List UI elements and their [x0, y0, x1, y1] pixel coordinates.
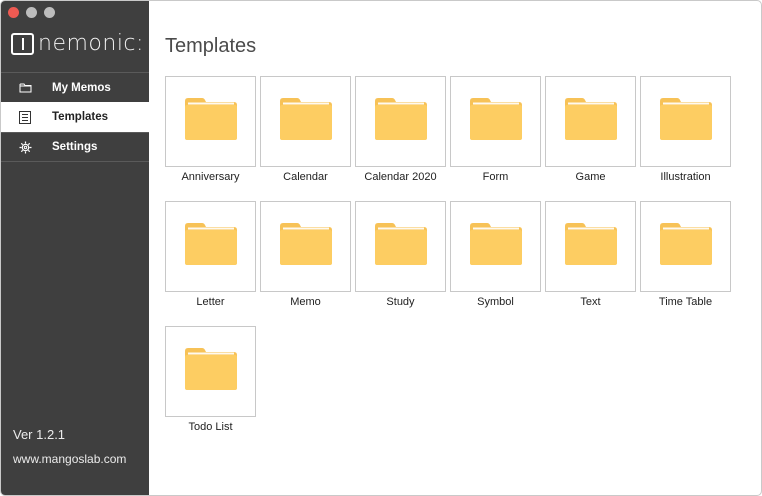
template-tile[interactable]: Form: [450, 76, 541, 183]
list-icon: [17, 110, 33, 124]
sidebar-item-label: Templates: [52, 111, 109, 123]
template-thumbnail[interactable]: [165, 326, 256, 417]
app-window: nemonic: My Memos Templates Settings Ver…: [0, 0, 762, 496]
template-tile[interactable]: Calendar: [260, 76, 351, 183]
template-label: Form: [482, 171, 509, 183]
template-tile[interactable]: Illustration: [640, 76, 731, 183]
close-window-button[interactable]: [8, 7, 19, 18]
template-thumbnail[interactable]: [450, 201, 541, 292]
template-label: Calendar 2020: [364, 171, 437, 183]
version-label: Ver 1.2.1: [13, 427, 66, 442]
template-thumbnail[interactable]: [355, 76, 446, 167]
template-label: Memo: [290, 296, 321, 308]
sidebar-item-label: Settings: [52, 141, 98, 153]
folder-icon: [374, 223, 427, 270]
template-thumbnail[interactable]: [450, 76, 541, 167]
template-thumbnail[interactable]: [640, 76, 731, 167]
template-label: Game: [575, 171, 606, 183]
template-thumbnail[interactable]: [545, 76, 636, 167]
template-thumbnail[interactable]: [165, 201, 256, 292]
template-tile[interactable]: Game: [545, 76, 636, 183]
template-thumbnail[interactable]: [545, 201, 636, 292]
template-label: Anniversary: [181, 171, 240, 183]
minimize-window-button[interactable]: [26, 7, 37, 18]
template-thumbnail[interactable]: [260, 76, 351, 167]
app-logo: nemonic:: [11, 33, 144, 55]
folder-icon: [184, 348, 237, 395]
sidebar-nav: My Memos Templates Settings: [1, 72, 149, 162]
folder-icon: [469, 98, 522, 145]
template-tile[interactable]: Calendar 2020: [355, 76, 446, 183]
template-tile[interactable]: Symbol: [450, 201, 541, 308]
template-tile[interactable]: Todo List: [165, 326, 256, 433]
folder-icon: [469, 223, 522, 270]
gear-icon: [17, 141, 33, 154]
sidebar-item-settings[interactable]: Settings: [1, 132, 149, 162]
folder-icon: [279, 223, 332, 270]
sidebar-item-my-memos[interactable]: My Memos: [1, 72, 149, 102]
template-label: Text: [580, 296, 601, 308]
folder-icon: [279, 98, 332, 145]
template-thumbnail[interactable]: [640, 201, 731, 292]
template-tile[interactable]: Letter: [165, 201, 256, 308]
folder-icon: [17, 82, 33, 93]
template-label: Time Table: [658, 296, 713, 308]
folder-icon: [374, 98, 427, 145]
template-label: Study: [386, 296, 415, 308]
folder-icon: [564, 223, 617, 270]
template-label: Symbol: [477, 296, 514, 308]
template-thumbnail[interactable]: [260, 201, 351, 292]
template-tile[interactable]: Memo: [260, 201, 351, 308]
template-label: Calendar: [283, 171, 328, 183]
sidebar-item-templates[interactable]: Templates: [1, 102, 149, 132]
template-label: Todo List: [188, 421, 233, 433]
sidebar: nemonic: My Memos Templates Settings Ver…: [1, 1, 149, 495]
logo-mark-icon: [11, 33, 34, 55]
main-content: Templates Anniversary Calendar Calendar 20…: [149, 1, 761, 495]
window-controls: [8, 7, 55, 18]
folder-icon: [659, 223, 712, 270]
folder-icon: [659, 98, 712, 145]
template-thumbnail[interactable]: [165, 76, 256, 167]
template-thumbnail[interactable]: [355, 201, 446, 292]
sidebar-item-label: My Memos: [52, 81, 111, 94]
template-tile[interactable]: Study: [355, 201, 446, 308]
template-tile[interactable]: Time Table: [640, 201, 731, 308]
folder-icon: [564, 98, 617, 145]
folder-icon: [184, 223, 237, 270]
zoom-window-button[interactable]: [44, 7, 55, 18]
template-label: Letter: [196, 296, 225, 308]
template-tile[interactable]: Anniversary: [165, 76, 256, 183]
page-title: Templates: [165, 35, 257, 57]
logo-text: nemonic:: [38, 31, 144, 56]
folder-icon: [184, 98, 237, 145]
template-tile[interactable]: Text: [545, 201, 636, 308]
website-link[interactable]: www.mangoslab.com: [13, 452, 126, 466]
template-grid: Anniversary Calendar Calendar 2020 Form Game…: [165, 76, 731, 433]
template-label: Illustration: [660, 171, 711, 183]
